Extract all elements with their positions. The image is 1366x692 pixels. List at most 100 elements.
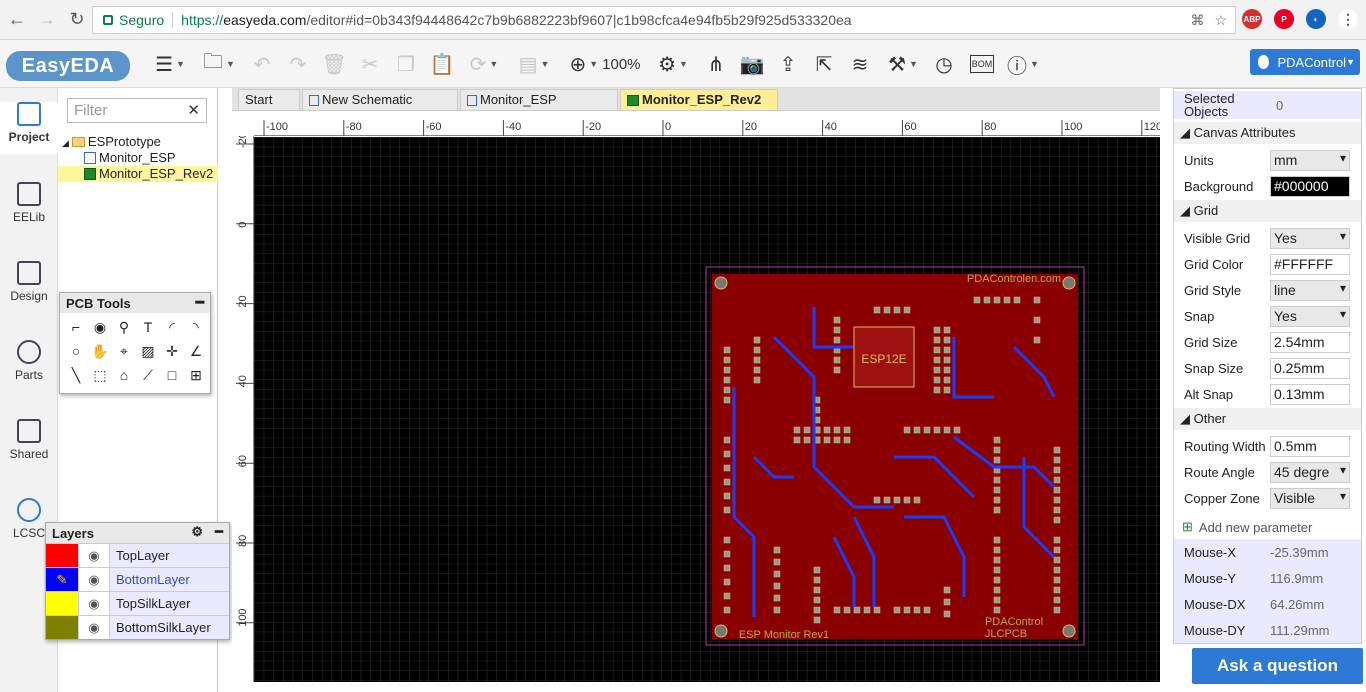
polygon-tool-icon[interactable]: ⌂ — [112, 363, 136, 387]
extension-icon[interactable]: ◐ — [1306, 9, 1326, 29]
tab-monitor-esp[interactable]: Monitor_ESP — [460, 89, 618, 110]
routing-width-input[interactable]: 0.5mm — [1270, 435, 1350, 457]
collapse-icon[interactable]: ◢ — [62, 138, 69, 148]
layer-settings-icon[interactable]: ⚙ — [191, 524, 203, 540]
hand-tool-icon[interactable]: ✋ — [88, 339, 112, 363]
filter-input[interactable]: Filter ✕ — [67, 98, 207, 123]
clear-filter-icon[interactable]: ✕ — [187, 101, 200, 119]
user-menu-button[interactable]: PDAControl ▼ — [1250, 49, 1360, 75]
copper-zone-select[interactable]: Visible — [1270, 487, 1350, 509]
easyeda-logo[interactable]: EasyEDA — [6, 51, 130, 81]
select-tool-icon[interactable]: ⬚ — [88, 363, 112, 387]
ask-question-button[interactable]: Ask a question — [1192, 648, 1363, 684]
arc-tool-icon[interactable]: ◜ — [160, 315, 184, 339]
address-bar[interactable]: Seguro https://easyeda.com/editor#id=0b3… — [92, 6, 1236, 34]
visible-grid-select[interactable]: Yes — [1270, 227, 1350, 249]
layer-color-swatch[interactable] — [46, 592, 78, 615]
bookmark-star-icon[interactable]: ☆ — [1214, 12, 1227, 29]
layer-color-swatch[interactable] — [46, 616, 78, 639]
document-menu-icon[interactable]: ☰ ▼ — [152, 50, 188, 78]
angle-tool-icon[interactable]: ∠ — [184, 339, 208, 363]
grid-size-input[interactable]: 2.54mm — [1270, 331, 1350, 353]
tab-monitor-esp-rev2[interactable]: Monitor_ESP_Rev2 — [620, 89, 778, 110]
image-tool-icon[interactable]: ▨ — [136, 339, 160, 363]
eye-icon[interactable]: ◉ — [78, 592, 110, 615]
zoom-icon[interactable]: ⊕ ▼ 100% — [564, 50, 646, 78]
layer-name[interactable]: TopLayer — [110, 544, 229, 567]
forward-icon[interactable]: → — [34, 7, 60, 33]
minimize-layers-icon[interactable]: ━ — [215, 524, 223, 540]
chrome-menu-icon[interactable]: ⋮ — [1338, 9, 1358, 29]
tree-item-monitor-esp-rev2[interactable]: Monitor_ESP_Rev2 — [58, 166, 218, 182]
layer-row[interactable]: ◉ TopLayer — [46, 543, 229, 567]
tools-icon[interactable]: ⚒ ▼ — [884, 50, 922, 78]
pencil-icon[interactable]: ✎ — [46, 568, 78, 591]
camera-icon[interactable]: 📷 — [740, 50, 765, 78]
add-parameter-link[interactable]: ⊞ Add new parameter — [1174, 514, 1361, 540]
pad-tool-icon[interactable]: ◉ — [88, 315, 112, 339]
grid-style-select[interactable]: line — [1270, 279, 1350, 301]
translate-icon[interactable]: ⌘ — [1190, 12, 1204, 29]
reload-icon[interactable]: ↻ — [64, 7, 90, 33]
layer-row[interactable]: ◉ BottomSilkLayer — [46, 615, 229, 639]
fabrication-icon[interactable]: ⇱ — [812, 50, 836, 78]
copy-icon[interactable]: ❐ — [394, 50, 418, 78]
tab-start[interactable]: Start — [238, 89, 300, 110]
other-section[interactable]: ◢ Other — [1174, 408, 1361, 430]
redo-icon[interactable]: ↷ — [286, 50, 310, 78]
layer-color-swatch[interactable] — [46, 544, 78, 567]
rect-tool-icon[interactable]: □ — [160, 363, 184, 387]
track-tool-icon[interactable]: ⌐ — [64, 315, 88, 339]
grid-section[interactable]: ◢ Grid — [1174, 200, 1361, 222]
line-tool-icon[interactable]: ╲ — [64, 363, 88, 387]
eye-icon[interactable]: ◉ — [78, 544, 110, 567]
grid-color-input[interactable]: #FFFFFF — [1270, 253, 1350, 275]
text-tool-icon[interactable]: T — [136, 315, 160, 339]
via-tool-icon[interactable]: ⚲ — [112, 315, 136, 339]
pinterest-icon[interactable]: P — [1274, 9, 1294, 29]
route-icon[interactable]: ≋ — [848, 50, 872, 78]
snap-size-input[interactable]: 0.25mm — [1270, 357, 1350, 379]
layer-name[interactable]: BottomLayer — [110, 568, 229, 591]
canvas-attributes-section[interactable]: ◢ Canvas Attributes — [1174, 122, 1361, 144]
alt-snap-input[interactable]: 0.13mm — [1270, 383, 1350, 405]
help-icon[interactable]: ⓘ ▼ — [1004, 50, 1042, 78]
tree-item-monitor-esp[interactable]: Monitor_ESP — [58, 150, 218, 166]
rail-item-parts[interactable]: Parts — [0, 340, 58, 382]
arc2-tool-icon[interactable]: ◝ — [184, 315, 208, 339]
rail-item-eelib[interactable]: EELib — [0, 182, 58, 224]
layer-row[interactable]: ✎ ◉ BottomLayer — [46, 567, 229, 591]
url-text[interactable]: https://easyeda.com/editor#id=0b343f9444… — [181, 12, 851, 28]
snap-select[interactable]: Yes — [1270, 305, 1350, 327]
delete-icon[interactable]: 🗑 — [321, 50, 346, 78]
share-icon[interactable]: ⋔ — [704, 50, 728, 78]
circle-tool-icon[interactable]: ○ — [64, 339, 88, 363]
hole-tool-icon[interactable]: ⌖ — [112, 339, 136, 363]
cut-icon[interactable]: ✂ — [358, 50, 382, 78]
eye-icon[interactable]: ◉ — [78, 616, 110, 639]
eye-icon[interactable]: ◉ — [78, 568, 110, 591]
rotate-icon[interactable]: ⟳ ▼ — [464, 50, 504, 78]
export-image-icon[interactable]: ⇪ — [776, 50, 800, 78]
layer-row[interactable]: ◉ TopSilkLayer — [46, 591, 229, 615]
layer-name[interactable]: BottomSilkLayer — [110, 616, 229, 639]
settings-gear-icon[interactable]: ⚙ ▼ — [654, 50, 692, 78]
adblock-icon[interactable]: ABP — [1242, 9, 1262, 29]
units-select[interactable]: mm — [1270, 149, 1350, 171]
measure-tool-icon[interactable]: ⟋ — [136, 363, 160, 387]
paste-icon[interactable]: 📋 — [430, 50, 455, 78]
rail-item-project[interactable]: Project — [0, 102, 58, 154]
route-angle-select[interactable]: 45 degre — [1270, 461, 1350, 483]
align-icon[interactable]: ▤ ▼ — [514, 50, 554, 78]
history-icon[interactable]: ◷ — [932, 50, 956, 78]
copper-area-tool-icon[interactable]: ⊞ — [184, 363, 208, 387]
rail-item-shared[interactable]: Shared — [0, 419, 58, 461]
background-input[interactable]: #000000 — [1270, 175, 1350, 197]
undo-icon[interactable]: ↶ — [250, 50, 274, 78]
tab-new-schematic[interactable]: New Schematic — [302, 89, 458, 110]
tree-item-project[interactable]: ◢ ESPrototype — [58, 134, 218, 150]
pcb-canvas[interactable]: ESP12E PDAControlen.com ESP Monitor Rev1… — [254, 137, 1160, 682]
bom-icon[interactable]: BOM — [970, 55, 994, 73]
back-icon[interactable]: ← — [4, 7, 30, 33]
minimize-icon[interactable]: ━ — [196, 294, 204, 311]
